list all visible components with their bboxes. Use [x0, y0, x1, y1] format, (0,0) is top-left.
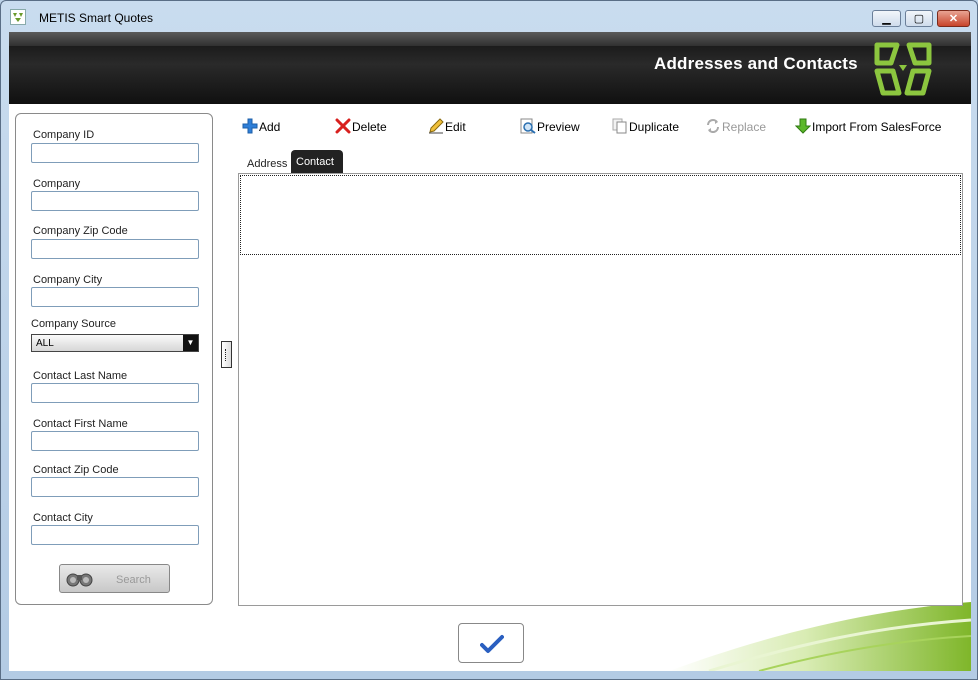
window-title: METIS Smart Quotes: [39, 11, 154, 25]
checkmark-icon: [480, 635, 504, 653]
client-area: Addresses and Contacts Company ID Compan…: [9, 32, 971, 671]
dropdown-arrow-icon[interactable]: ▼: [183, 335, 198, 351]
tab-address-label: Address: [247, 158, 288, 170]
splitter-handle[interactable]: [221, 341, 232, 368]
contact-last-name-input[interactable]: [31, 383, 199, 403]
replace-arrows-icon: [707, 119, 719, 133]
company-zip-input[interactable]: [31, 239, 199, 259]
import-label: Import From SalesForce: [812, 120, 942, 134]
decorative-swoosh: [669, 602, 971, 671]
tab-address[interactable]: Address: [244, 150, 290, 173]
app-logo-icon: [10, 9, 26, 25]
duplicate-icon: [612, 118, 627, 134]
contact-detail-box[interactable]: [240, 175, 961, 255]
preview-icon: [520, 118, 536, 134]
confirm-button[interactable]: [458, 623, 524, 663]
preview-label: Preview: [537, 120, 580, 134]
contact-zip-input[interactable]: [31, 477, 199, 497]
replace-label: Replace: [722, 120, 767, 134]
company-input[interactable]: [31, 191, 199, 211]
tab-contact-label: Contact: [296, 156, 334, 168]
contact-first-name-label: Contact First Name: [33, 418, 128, 430]
page-header: Addresses and Contacts: [9, 32, 971, 104]
delete-x-icon: [335, 118, 351, 134]
delete-label: Delete: [352, 120, 387, 134]
search-button-label: Search: [116, 574, 151, 586]
close-icon: ✕: [948, 13, 959, 25]
company-zip-label: Company Zip Code: [33, 225, 128, 237]
binoculars-icon: [66, 573, 93, 587]
company-source-label: Company Source: [31, 318, 116, 330]
app-window: METIS Smart Quotes ▁ ▢ ✕ Addresses and C…: [0, 0, 978, 680]
contact-city-input[interactable]: [31, 525, 199, 545]
contact-city-label: Contact City: [33, 512, 93, 524]
pencil-icon: [429, 118, 444, 134]
tab-contact[interactable]: Contact: [291, 150, 343, 173]
company-label: Company: [33, 178, 81, 190]
maximize-button[interactable]: ▢: [905, 10, 933, 27]
grip-icon: [225, 349, 229, 361]
contact-first-name-input[interactable]: [31, 431, 199, 451]
edit-label: Edit: [445, 120, 466, 134]
minimize-button[interactable]: ▁: [872, 10, 901, 27]
contact-zip-label: Contact Zip Code: [33, 464, 119, 476]
maximize-icon: ▢: [913, 13, 925, 25]
search-button[interactable]: Search: [59, 564, 170, 593]
plus-icon: [242, 118, 258, 134]
filter-panel: Company ID Company Company Zip Code Comp…: [15, 113, 213, 605]
company-id-label: Company ID: [33, 129, 95, 141]
company-id-input[interactable]: [31, 143, 199, 163]
company-city-label: Company City: [33, 274, 103, 286]
company-source-value: ALL: [36, 338, 54, 349]
add-label: Add: [259, 120, 281, 134]
company-city-input[interactable]: [31, 287, 199, 307]
minimize-icon: ▁: [882, 13, 891, 25]
close-button[interactable]: ✕: [937, 10, 970, 27]
title-bar[interactable]: METIS Smart Quotes ▁ ▢ ✕: [1, 1, 977, 32]
company-source-select[interactable]: ALL ▼: [31, 334, 199, 352]
page-title: Addresses and Contacts: [654, 54, 858, 73]
duplicate-label: Duplicate: [629, 120, 680, 134]
header-strip: [9, 32, 971, 46]
contact-last-name-label: Contact Last Name: [33, 370, 128, 382]
contacts-content-area[interactable]: [238, 173, 963, 606]
metis-logo-icon: [874, 42, 932, 96]
download-arrow-icon: [795, 118, 811, 134]
